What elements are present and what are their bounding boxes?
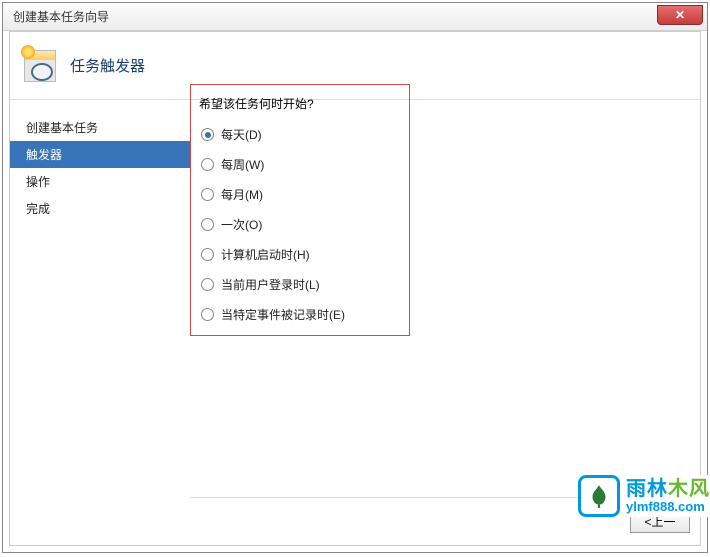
radio-on-event[interactable]: 当特定事件被记录时(E) — [201, 306, 399, 323]
radio-label: 当特定事件被记录时(E) — [221, 306, 345, 323]
radio-monthly[interactable]: 每月(M) — [201, 186, 399, 203]
sidebar-item-label: 完成 — [26, 202, 50, 216]
page-title: 任务触发器 — [70, 55, 145, 76]
radio-icon — [201, 278, 214, 291]
watermark-cn-part1: 雨林 — [626, 478, 668, 500]
sidebar-item-create-basic-task[interactable]: 创建基本任务 — [10, 114, 190, 141]
radio-label: 每天(D) — [221, 126, 262, 143]
radio-weekly[interactable]: 每周(W) — [201, 156, 399, 173]
titlebar: 创建基本任务向导 ✕ — [3, 3, 707, 31]
radio-icon — [201, 308, 214, 321]
wizard-window: 创建基本任务向导 ✕ 任务触发器 创建基本任务 触发器 操作 完成 — [2, 2, 708, 553]
sidebar-item-label: 操作 — [26, 175, 50, 189]
radio-icon — [201, 248, 214, 261]
radio-icon — [201, 158, 214, 171]
radio-on-startup[interactable]: 计算机启动时(H) — [201, 246, 399, 263]
watermark-cn-part2: 木风 — [668, 478, 710, 500]
inner-panel: 任务触发器 创建基本任务 触发器 操作 完成 希望该任务何时开始? — [9, 31, 701, 546]
watermark-text: 雨林木风 ylmf888.com — [626, 478, 710, 514]
radio-icon — [201, 218, 214, 231]
sidebar-item-label: 创建基本任务 — [26, 121, 98, 135]
close-button[interactable]: ✕ — [657, 5, 703, 25]
radio-daily[interactable]: 每天(D) — [201, 126, 399, 143]
radio-label: 计算机启动时(H) — [221, 246, 310, 263]
radio-icon — [201, 188, 214, 201]
radio-label: 当前用户登录时(L) — [221, 276, 320, 293]
radio-icon — [201, 128, 214, 141]
sidebar-item-label: 触发器 — [26, 148, 62, 162]
prompt-text: 希望该任务何时开始? — [199, 95, 399, 112]
radio-label: 一次(O) — [221, 216, 262, 233]
radio-once[interactable]: 一次(O) — [201, 216, 399, 233]
sidebar-item-finish[interactable]: 完成 — [10, 195, 190, 222]
trigger-options-group: 希望该任务何时开始? 每天(D) 每周(W) 每月(M) — [190, 84, 410, 336]
sidebar: 创建基本任务 触发器 操作 完成 — [10, 100, 190, 545]
radio-on-logon[interactable]: 当前用户登录时(L) — [201, 276, 399, 293]
watermark: 雨林木风 ylmf888.com — [578, 475, 710, 517]
radio-label: 每周(W) — [221, 156, 264, 173]
watermark-url: ylmf888.com — [626, 500, 710, 514]
watermark-logo-icon — [578, 475, 620, 517]
close-icon: ✕ — [675, 8, 685, 22]
sidebar-item-trigger[interactable]: 触发器 — [10, 141, 190, 168]
task-scheduler-icon — [24, 50, 56, 82]
watermark-cn: 雨林木风 — [626, 478, 710, 500]
window-title: 创建基本任务向导 — [13, 8, 109, 25]
radio-label: 每月(M) — [221, 186, 263, 203]
sidebar-item-action[interactable]: 操作 — [10, 168, 190, 195]
